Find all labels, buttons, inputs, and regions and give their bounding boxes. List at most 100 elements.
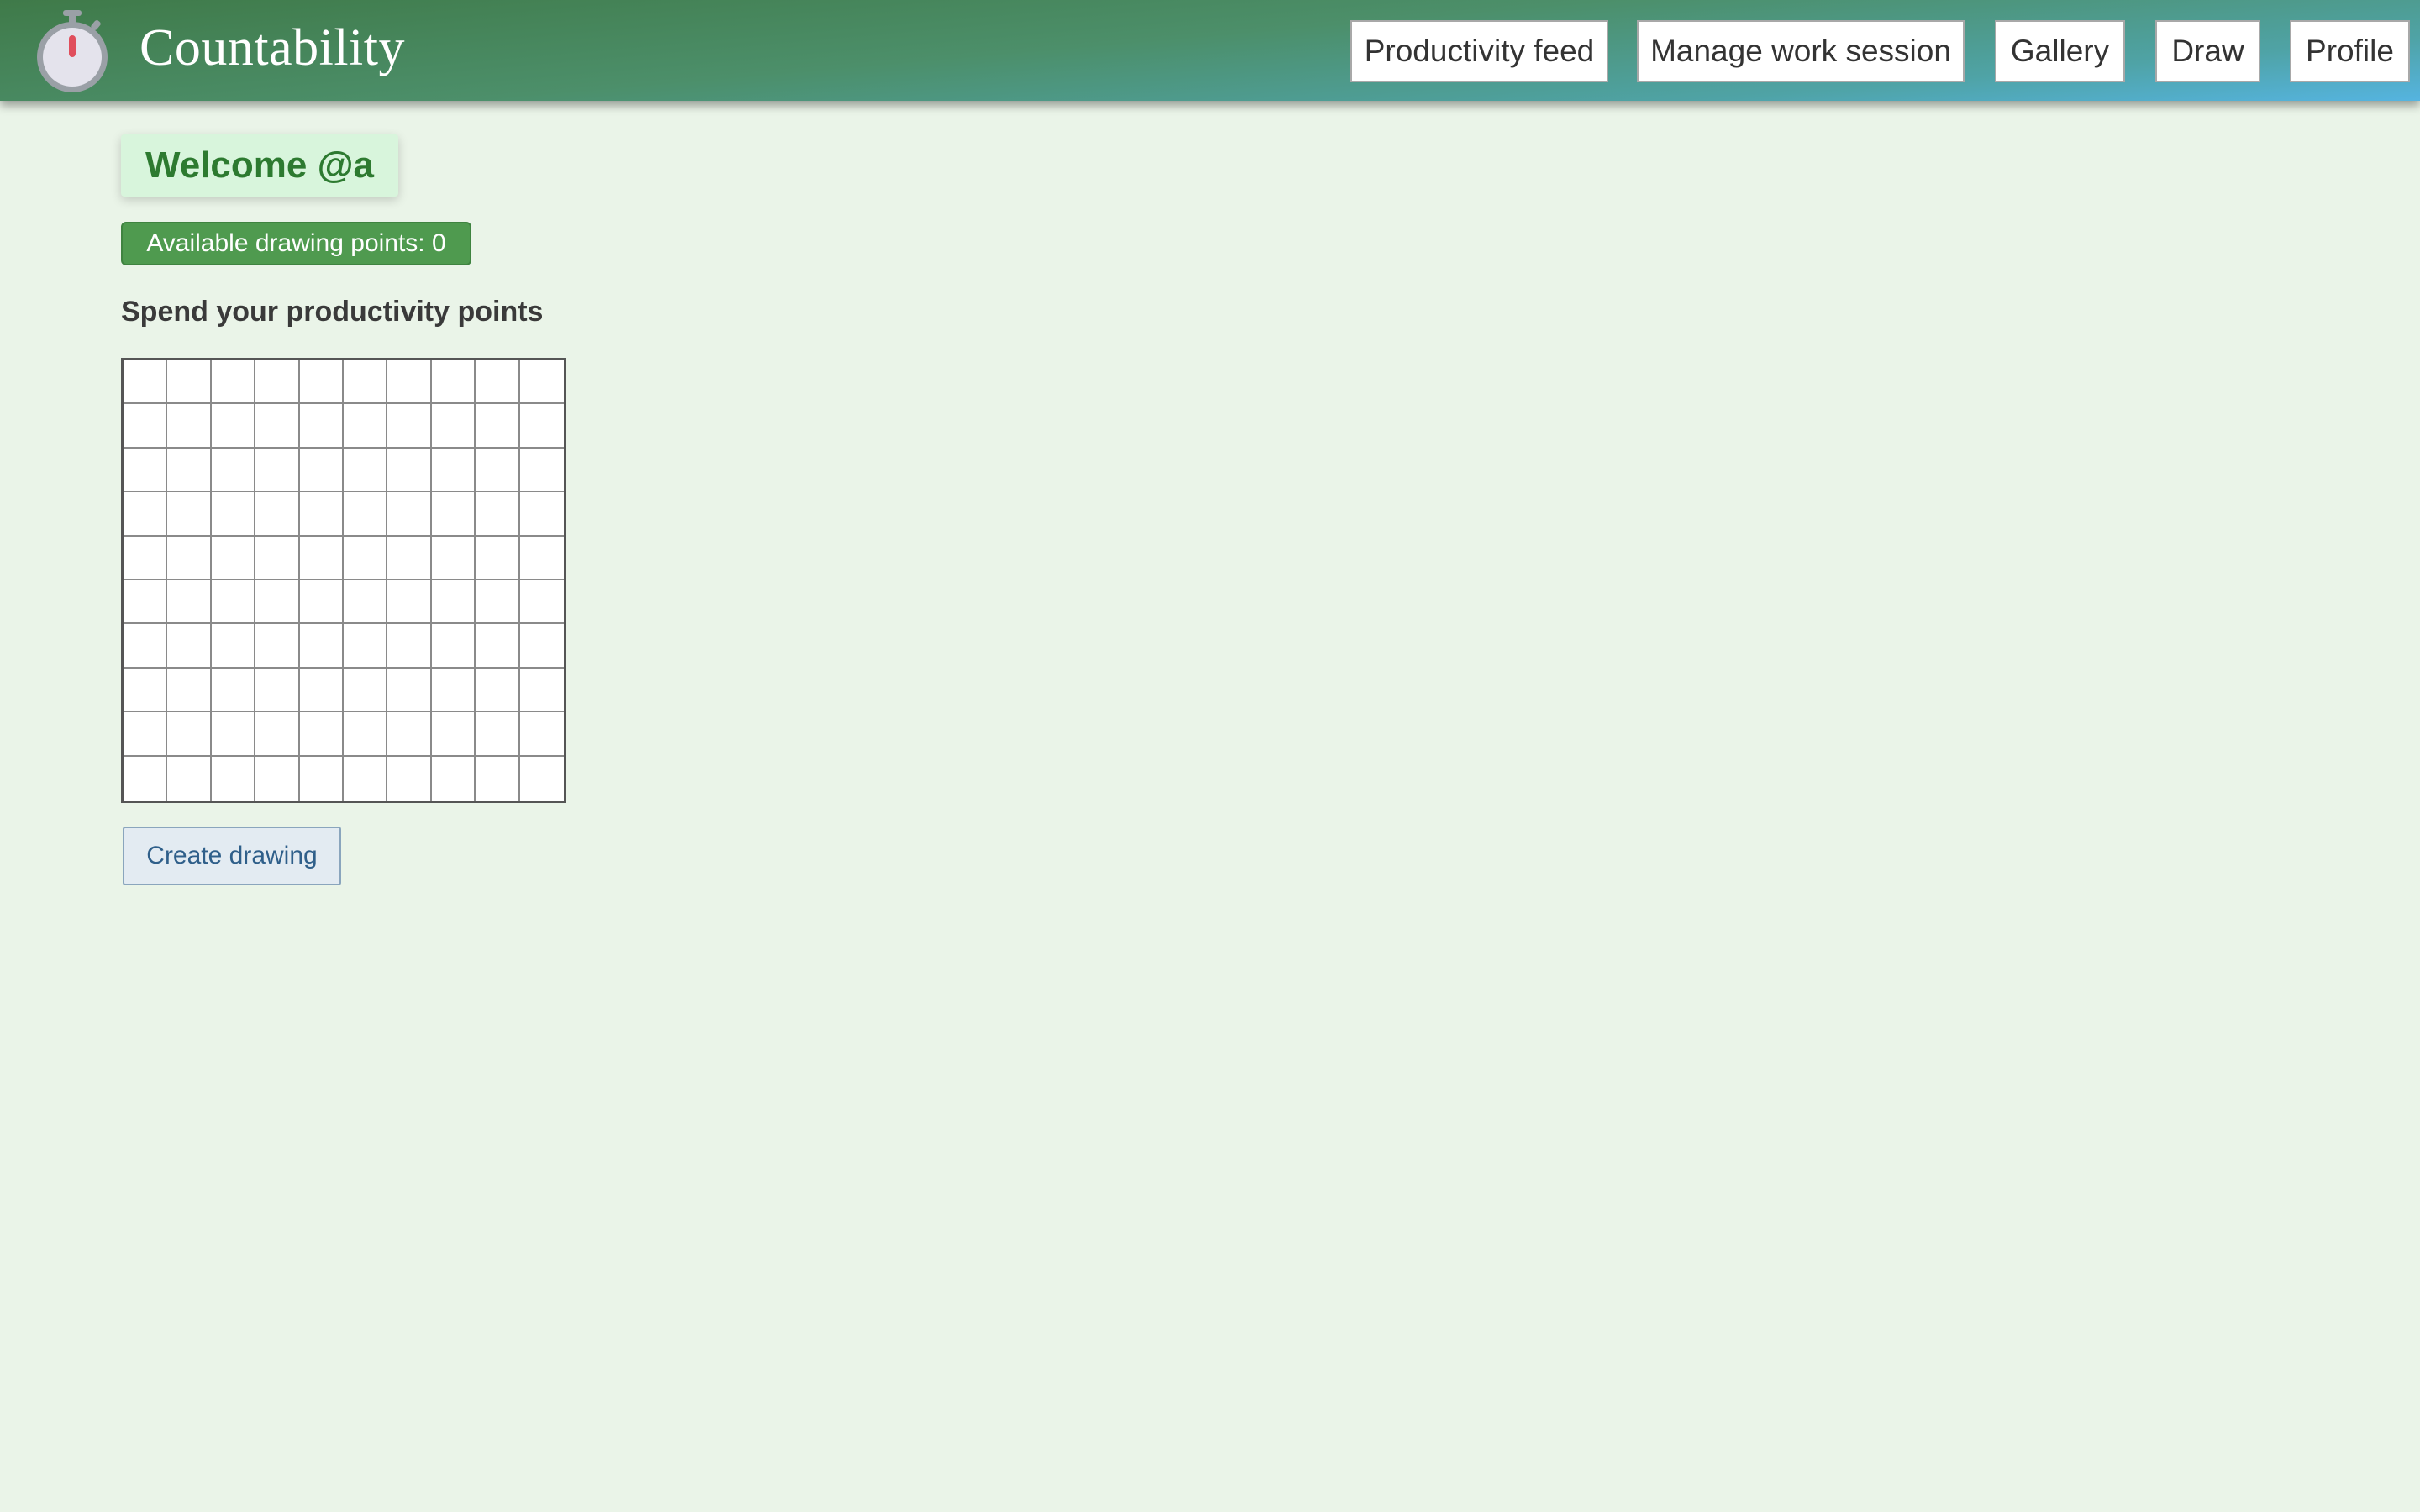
- grid-cell[interactable]: [431, 712, 476, 757]
- grid-cell[interactable]: [124, 492, 168, 537]
- grid-cell[interactable]: [387, 448, 432, 493]
- grid-cell[interactable]: [167, 536, 212, 580]
- grid-cell[interactable]: [211, 404, 256, 449]
- grid-cell[interactable]: [476, 580, 520, 625]
- grid-cell[interactable]: [124, 404, 168, 449]
- grid-cell[interactable]: [476, 624, 520, 669]
- grid-cell[interactable]: [431, 536, 476, 580]
- stopwatch-icon[interactable]: [34, 8, 109, 94]
- grid-cell[interactable]: [255, 404, 300, 449]
- grid-cell[interactable]: [476, 756, 520, 801]
- grid-cell[interactable]: [431, 360, 476, 405]
- grid-cell[interactable]: [519, 492, 564, 537]
- grid-cell[interactable]: [387, 624, 432, 669]
- grid-cell[interactable]: [167, 580, 212, 625]
- grid-cell[interactable]: [167, 404, 212, 449]
- nav-productivity-feed-button[interactable]: Productivity feed: [1350, 20, 1608, 82]
- grid-cell[interactable]: [299, 360, 344, 405]
- grid-cell[interactable]: [299, 448, 344, 493]
- grid-cell[interactable]: [476, 668, 520, 713]
- grid-cell[interactable]: [344, 668, 388, 713]
- grid-cell[interactable]: [299, 536, 344, 580]
- grid-cell[interactable]: [124, 668, 168, 713]
- grid-cell[interactable]: [519, 624, 564, 669]
- grid-cell[interactable]: [211, 624, 256, 669]
- grid-cell[interactable]: [124, 756, 168, 801]
- grid-cell[interactable]: [476, 492, 520, 537]
- grid-cell[interactable]: [211, 712, 256, 757]
- grid-cell[interactable]: [255, 712, 300, 757]
- grid-cell[interactable]: [167, 624, 212, 669]
- grid-cell[interactable]: [344, 624, 388, 669]
- grid-cell[interactable]: [387, 536, 432, 580]
- grid-cell[interactable]: [344, 404, 388, 449]
- create-drawing-button[interactable]: Create drawing: [123, 827, 341, 885]
- grid-cell[interactable]: [211, 360, 256, 405]
- grid-cell[interactable]: [519, 536, 564, 580]
- nav-manage-work-session-button[interactable]: Manage work session: [1637, 20, 1965, 82]
- nav-draw-button[interactable]: Draw: [2155, 20, 2260, 82]
- grid-cell[interactable]: [519, 448, 564, 493]
- grid-cell[interactable]: [431, 448, 476, 493]
- grid-cell[interactable]: [255, 536, 300, 580]
- grid-cell[interactable]: [124, 712, 168, 757]
- grid-cell[interactable]: [431, 404, 476, 449]
- grid-cell[interactable]: [344, 580, 388, 625]
- grid-cell[interactable]: [344, 536, 388, 580]
- grid-cell[interactable]: [167, 756, 212, 801]
- app-brand-name[interactable]: Countability: [139, 18, 405, 78]
- grid-cell[interactable]: [211, 536, 256, 580]
- grid-cell[interactable]: [476, 404, 520, 449]
- grid-cell[interactable]: [255, 360, 300, 405]
- grid-cell[interactable]: [124, 536, 168, 580]
- grid-cell[interactable]: [387, 360, 432, 405]
- grid-cell[interactable]: [167, 360, 212, 405]
- grid-cell[interactable]: [519, 756, 564, 801]
- grid-cell[interactable]: [299, 404, 344, 449]
- grid-cell[interactable]: [299, 756, 344, 801]
- grid-cell[interactable]: [476, 712, 520, 757]
- grid-cell[interactable]: [519, 404, 564, 449]
- grid-cell[interactable]: [476, 448, 520, 493]
- drawing-grid[interactable]: [121, 358, 566, 803]
- grid-cell[interactable]: [124, 580, 168, 625]
- grid-cell[interactable]: [431, 492, 476, 537]
- grid-cell[interactable]: [431, 756, 476, 801]
- nav-profile-button[interactable]: Profile: [2290, 20, 2410, 82]
- grid-cell[interactable]: [431, 668, 476, 713]
- grid-cell[interactable]: [519, 360, 564, 405]
- grid-cell[interactable]: [211, 756, 256, 801]
- grid-cell[interactable]: [519, 668, 564, 713]
- nav-gallery-button[interactable]: Gallery: [1995, 20, 2125, 82]
- grid-cell[interactable]: [344, 712, 388, 757]
- grid-cell[interactable]: [387, 492, 432, 537]
- grid-cell[interactable]: [519, 712, 564, 757]
- grid-cell[interactable]: [476, 536, 520, 580]
- grid-cell[interactable]: [387, 756, 432, 801]
- grid-cell[interactable]: [299, 580, 344, 625]
- grid-cell[interactable]: [344, 756, 388, 801]
- grid-cell[interactable]: [299, 712, 344, 757]
- grid-cell[interactable]: [167, 712, 212, 757]
- grid-cell[interactable]: [344, 360, 388, 405]
- grid-cell[interactable]: [124, 360, 168, 405]
- grid-cell[interactable]: [211, 668, 256, 713]
- grid-cell[interactable]: [124, 448, 168, 493]
- grid-cell[interactable]: [519, 580, 564, 625]
- grid-cell[interactable]: [299, 668, 344, 713]
- grid-cell[interactable]: [211, 448, 256, 493]
- grid-cell[interactable]: [255, 580, 300, 625]
- grid-cell[interactable]: [255, 756, 300, 801]
- grid-cell[interactable]: [255, 492, 300, 537]
- grid-cell[interactable]: [211, 492, 256, 537]
- grid-cell[interactable]: [431, 624, 476, 669]
- grid-cell[interactable]: [299, 624, 344, 669]
- grid-cell[interactable]: [167, 448, 212, 493]
- grid-cell[interactable]: [167, 668, 212, 713]
- grid-cell[interactable]: [387, 404, 432, 449]
- grid-cell[interactable]: [387, 580, 432, 625]
- grid-cell[interactable]: [167, 492, 212, 537]
- grid-cell[interactable]: [124, 624, 168, 669]
- grid-cell[interactable]: [255, 624, 300, 669]
- grid-cell[interactable]: [344, 448, 388, 493]
